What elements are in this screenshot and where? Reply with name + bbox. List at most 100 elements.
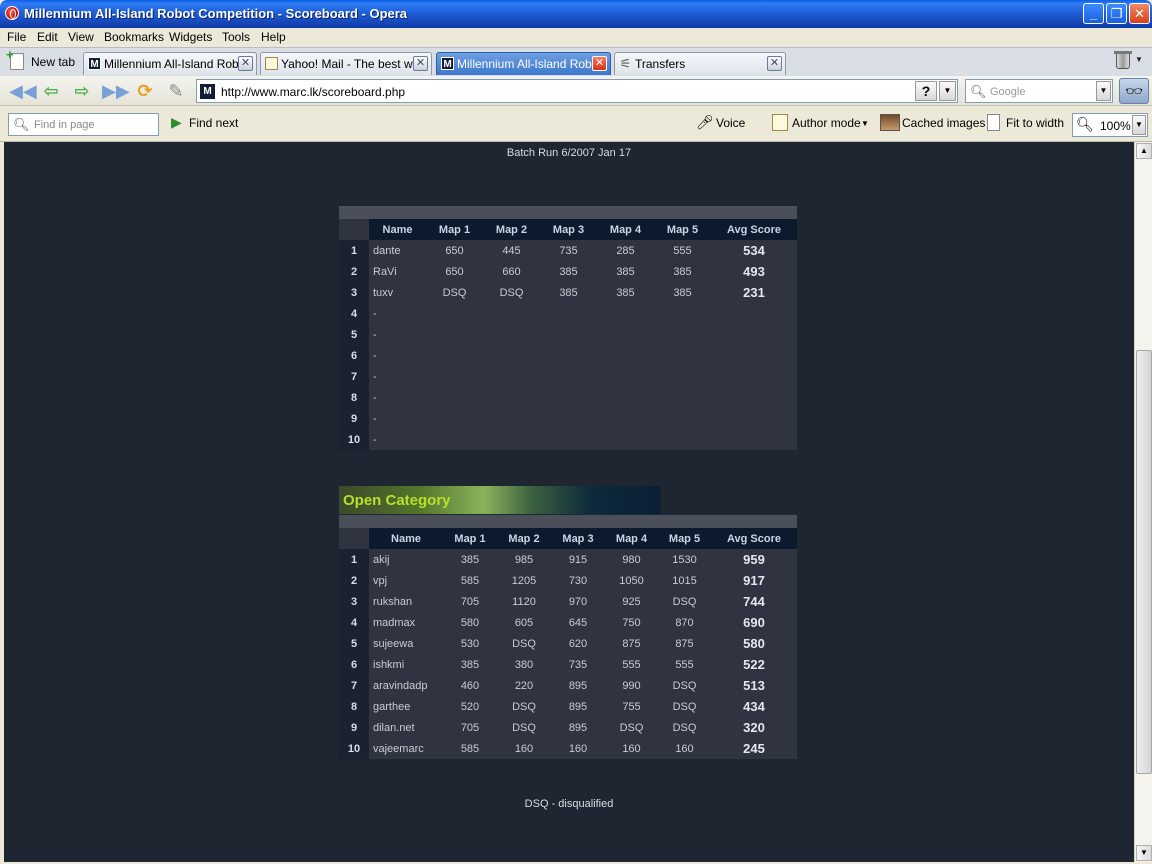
name-cell: -	[373, 412, 377, 425]
tab-millennium-1[interactable]: M Millennium All-Island Rob... ✕	[83, 52, 257, 75]
map1-cell: 705	[460, 595, 480, 608]
map2-cell: 1120	[512, 595, 536, 608]
tab-close-icon[interactable]: ✕	[592, 56, 607, 71]
map3-cell: 895	[568, 679, 588, 692]
tab-close-icon[interactable]: ✕	[238, 56, 253, 71]
tab-transfers[interactable]: ⚟ Transfers ✕	[614, 52, 786, 75]
trash-dropdown-icon[interactable]: ▼	[1135, 55, 1143, 64]
address-bar[interactable]: M http://www.marc.lk/scoreboard.php ? ▼	[196, 79, 958, 103]
menu-file[interactable]: File	[7, 30, 26, 44]
zoom-value: 100%	[1100, 119, 1131, 133]
rank-cell: 2	[339, 261, 369, 282]
map4-cell: 925	[622, 595, 641, 608]
name-cell: vajeemarc	[373, 742, 424, 755]
url-text[interactable]: http://www.marc.lk/scoreboard.php	[221, 85, 405, 99]
author-mode-icon[interactable]	[772, 114, 788, 131]
new-tab-icon	[6, 47, 24, 70]
name-cell: ishkmi	[373, 658, 405, 671]
map4-header: Map 4	[605, 528, 658, 549]
minimize-button[interactable]: _	[1083, 3, 1104, 24]
map5-cell: DSQ	[672, 721, 697, 734]
map1-cell: 650	[445, 244, 464, 257]
fit-to-width-button[interactable]: Fit to width	[1006, 116, 1064, 130]
avg-score-cell: 493	[743, 264, 765, 279]
forward-icon[interactable]: ⇨	[71, 80, 93, 102]
trash-icon[interactable]	[1114, 51, 1132, 69]
table-row: 3 rukshan 705 1120 970 925 DSQ 744	[339, 591, 797, 612]
zoom-select[interactable]: 🔍︎ 100% ▼	[1072, 113, 1148, 137]
address-dropdown-icon[interactable]: ▼	[939, 81, 956, 101]
rewind-icon[interactable]: ◀◀	[9, 80, 37, 102]
menu-help[interactable]: Help	[261, 30, 286, 44]
glasses-icon[interactable]: 👓︎	[1119, 78, 1149, 104]
tab-millennium-active[interactable]: M Millennium All-Island Rob... ✕	[436, 52, 611, 75]
close-window-button[interactable]: ✕	[1129, 3, 1150, 24]
restore-button[interactable]: ❐	[1106, 3, 1127, 24]
search-box[interactable]: 🔍︎ Google ▼	[965, 79, 1113, 103]
tab-close-icon[interactable]: ✕	[413, 56, 428, 71]
vertical-scrollbar[interactable]: ▲ ▼	[1134, 142, 1152, 862]
menu-bookmarks[interactable]: Bookmarks	[104, 30, 164, 44]
find-in-page-input[interactable]: 🔍︎ Find in page	[8, 113, 159, 136]
tab-yahoo-mail[interactable]: Yahoo! Mail - The best w... ✕	[260, 52, 432, 75]
open-category-title: Open Category	[343, 492, 451, 509]
map4-cell: 385	[616, 286, 635, 299]
author-mode-dropdown-icon[interactable]: ▼	[861, 119, 869, 128]
marc-favicon-icon: M	[441, 57, 454, 70]
fit-to-width-icon[interactable]	[987, 114, 1000, 131]
map1-cell: 585	[460, 574, 480, 587]
map2-cell: DSQ	[512, 637, 536, 650]
voice-button[interactable]: Voice	[716, 116, 745, 130]
avg-score-cell: 690	[743, 615, 765, 630]
menu-tools[interactable]: Tools	[222, 30, 250, 44]
menu-edit[interactable]: Edit	[37, 30, 58, 44]
map1-cell: 705	[460, 721, 480, 734]
reload-icon[interactable]: ⟳	[134, 80, 156, 102]
new-tab-button[interactable]: New tab	[6, 47, 78, 74]
name-cell: garthee	[373, 700, 411, 713]
rank-cell: 1	[339, 549, 369, 570]
help-button[interactable]: ?	[915, 81, 937, 101]
table-row: 7 -	[339, 366, 797, 387]
zoom-dropdown-icon[interactable]: ▼	[1132, 115, 1146, 135]
voice-icon[interactable]: 🎤︎	[696, 114, 714, 131]
find-next-button[interactable]: Find next	[189, 116, 238, 130]
map2-cell: DSQ	[499, 286, 524, 299]
cached-images-icon[interactable]	[880, 114, 900, 131]
tab-close-icon[interactable]: ✕	[767, 56, 782, 71]
table-row: 1 dante 650 445 735 285 555 534	[339, 240, 797, 261]
map2-cell: 445	[502, 244, 521, 257]
rank-header	[339, 219, 369, 240]
rank-cell: 8	[339, 696, 369, 717]
cached-images-button[interactable]: Cached images	[902, 116, 985, 130]
page-icon	[265, 57, 278, 70]
map2-cell: 1205	[511, 574, 537, 587]
map3-cell: 645	[568, 616, 588, 629]
fast-forward-icon[interactable]: ▶▶	[102, 80, 130, 102]
map4-cell: 990	[622, 679, 641, 692]
map2-header: Map 2	[483, 219, 540, 240]
map1-cell: 530	[460, 637, 480, 650]
scroll-up-icon[interactable]: ▲	[1136, 143, 1152, 159]
map1-header: Map 1	[426, 219, 483, 240]
find-next-icon[interactable]: ▶	[171, 114, 187, 131]
avg-score-cell: 744	[743, 594, 765, 609]
name-cell: RaVi	[373, 265, 397, 278]
map5-cell: 385	[673, 265, 692, 278]
menu-widgets[interactable]: Widgets	[169, 30, 212, 44]
title-bar: Millennium All-Island Robot Competition …	[0, 0, 1152, 28]
search-engine-dropdown-icon[interactable]: ▼	[1096, 81, 1111, 101]
author-mode-button[interactable]: Author mode	[792, 116, 861, 130]
name-cell: -	[373, 370, 377, 383]
edit-pencil-icon[interactable]: ✎	[165, 80, 187, 102]
open-category-table: Name Map 1 Map 2 Map 3 Map 4 Map 5 Avg S…	[339, 528, 797, 759]
avg-score-cell: 522	[743, 657, 765, 672]
back-icon[interactable]: ⇦	[40, 80, 62, 102]
rank-header	[339, 528, 369, 549]
rank-cell: 8	[339, 387, 369, 408]
menu-view[interactable]: View	[68, 30, 94, 44]
rank-cell: 4	[339, 303, 369, 324]
scroll-down-icon[interactable]: ▼	[1136, 845, 1152, 861]
scrollbar-thumb[interactable]	[1136, 350, 1152, 774]
opera-logo-icon[interactable]	[5, 6, 19, 20]
